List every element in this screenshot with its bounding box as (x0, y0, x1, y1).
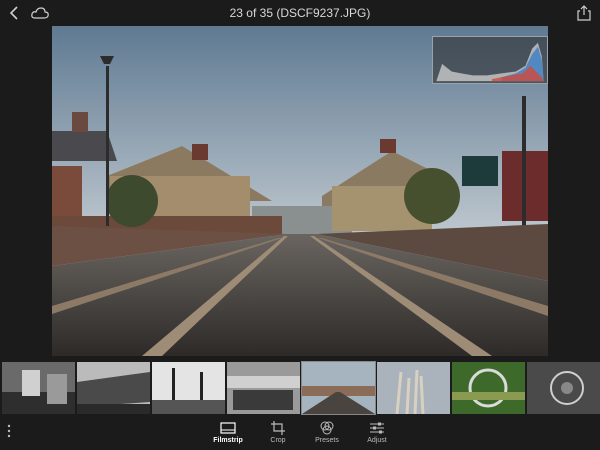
filmstrip-thumbnail[interactable] (527, 362, 600, 414)
more-options-icon[interactable] (6, 424, 12, 438)
tool-crop[interactable]: Crop (258, 421, 298, 444)
adjust-icon (370, 422, 384, 434)
tool-adjust[interactable]: Adjust (357, 421, 397, 444)
filmstrip-thumbnail[interactable] (227, 362, 300, 414)
tool-label: Crop (270, 437, 286, 444)
filmstrip-thumbnail-selected[interactable] (301, 361, 376, 415)
thumbnail-image (452, 362, 525, 414)
tool-label: Adjust (367, 437, 387, 444)
thumbnail-image (2, 362, 75, 414)
crop-icon (271, 421, 285, 435)
filmstrip (0, 361, 600, 415)
filmstrip-icon (220, 422, 236, 434)
thumbnail-image (227, 362, 300, 414)
share-icon[interactable] (576, 4, 592, 22)
tool-filmstrip[interactable]: Filmstrip (208, 421, 248, 444)
tool-label: Presets (315, 437, 339, 444)
thumbnail-image (302, 362, 375, 414)
top-bar: 23 of 35 (DSCF9237.JPG) (0, 0, 600, 26)
filmstrip-thumbnail[interactable] (2, 362, 75, 414)
thumbnail-image (152, 362, 225, 414)
main-photo[interactable] (52, 26, 548, 356)
thumbnail-image (77, 362, 150, 414)
tool-label: Filmstrip (213, 437, 243, 444)
tool-presets[interactable]: Presets (307, 421, 347, 444)
presets-icon (320, 421, 334, 435)
filmstrip-thumbnail[interactable] (152, 362, 225, 414)
bottom-toolbar: Filmstrip Crop Presets Adjust (0, 418, 600, 450)
thumbnail-image (377, 362, 450, 414)
thumbnail-image (527, 362, 600, 414)
filmstrip-thumbnail[interactable] (77, 362, 150, 414)
histogram-overlay (432, 36, 548, 84)
photo-title: 23 of 35 (DSCF9237.JPG) (229, 6, 371, 20)
filmstrip-thumbnail[interactable] (452, 362, 525, 414)
filmstrip-thumbnail[interactable] (377, 362, 450, 414)
